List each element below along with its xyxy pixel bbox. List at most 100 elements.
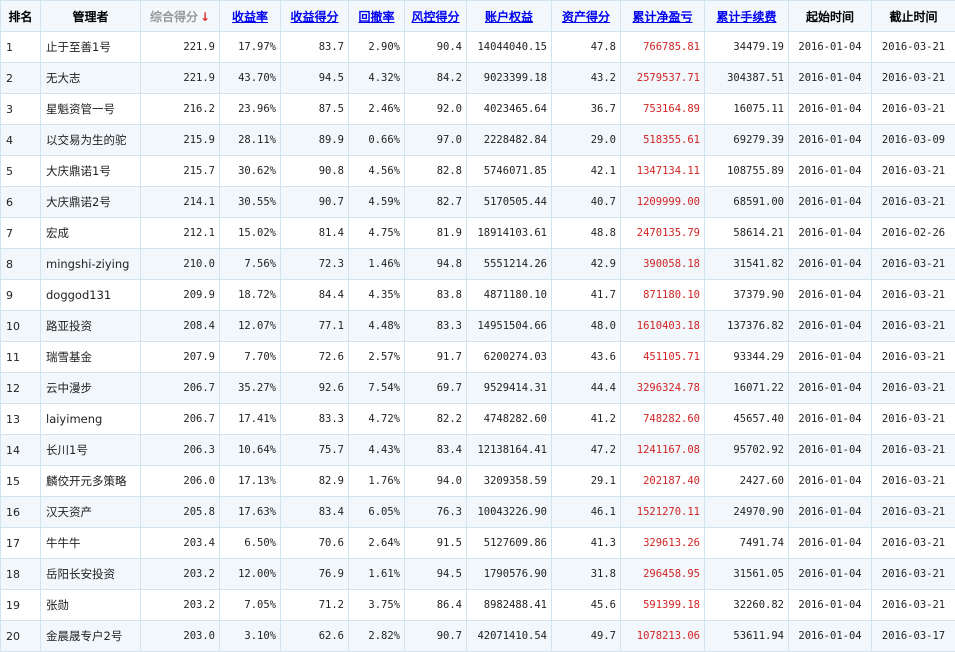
fees-cell: 31561.05 <box>705 559 789 590</box>
header-start: 起始时间 <box>789 1 872 32</box>
risk-score-cell: 86.4 <box>405 590 467 621</box>
return-rate-cell: 7.05% <box>220 590 281 621</box>
rank-cell: 8 <box>1 249 41 280</box>
start-date-cell: 2016-01-04 <box>789 311 872 342</box>
score-cell: 214.1 <box>141 187 220 218</box>
drawdown-cell: 3.75% <box>349 590 405 621</box>
table-row: 4以交易为生的驼215.928.11%89.90.66%97.02228482.… <box>1 125 955 156</box>
start-date-cell: 2016-01-04 <box>789 466 872 497</box>
return-score-cell: 72.3 <box>281 249 349 280</box>
header-score-sort[interactable]: 综合得分↓ <box>141 1 220 32</box>
return-score-cell: 92.6 <box>281 373 349 404</box>
score-cell: 206.0 <box>141 466 220 497</box>
return-rate-cell: 6.50% <box>220 528 281 559</box>
net-profit-cell: 202187.40 <box>621 466 705 497</box>
rank-cell: 20 <box>1 621 41 652</box>
return-rate-cell: 18.72% <box>220 280 281 311</box>
asset-score-cell: 40.7 <box>552 187 621 218</box>
return-score-cell: 83.4 <box>281 497 349 528</box>
return-score-cell: 77.1 <box>281 311 349 342</box>
score-cell: 208.4 <box>141 311 220 342</box>
manager-cell: mingshi-ziying <box>41 249 141 280</box>
return-score-cell: 62.6 <box>281 621 349 652</box>
risk-score-cell: 90.4 <box>405 32 467 63</box>
table-body: 1止于至善1号221.917.97%83.72.90%90.414044040.… <box>1 32 955 652</box>
rank-cell: 7 <box>1 218 41 249</box>
fees-cell: 108755.89 <box>705 156 789 187</box>
return-score-cell: 89.9 <box>281 125 349 156</box>
header-rank: 排名 <box>1 1 41 32</box>
drawdown-cell: 4.32% <box>349 63 405 94</box>
rank-cell: 13 <box>1 404 41 435</box>
drawdown-cell: 4.35% <box>349 280 405 311</box>
drawdown-cell: 4.48% <box>349 311 405 342</box>
manager-cell: 岳阳长安投资 <box>41 559 141 590</box>
net-profit-cell: 591399.18 <box>621 590 705 621</box>
net-profit-cell: 1610403.18 <box>621 311 705 342</box>
risk-score-cell: 84.2 <box>405 63 467 94</box>
drawdown-cell: 6.05% <box>349 497 405 528</box>
table-row: 9doggod131209.918.72%84.44.35%83.8487118… <box>1 280 955 311</box>
return-rate-cell: 7.56% <box>220 249 281 280</box>
manager-cell: 麟佼开元多策略 <box>41 466 141 497</box>
table-row: 18岳阳长安投资203.212.00%76.91.61%94.51790576.… <box>1 559 955 590</box>
score-cell: 203.2 <box>141 590 220 621</box>
header-risk-score-sort[interactable]: 风控得分 <box>405 1 467 32</box>
return-score-cell: 94.5 <box>281 63 349 94</box>
fees-cell: 7491.74 <box>705 528 789 559</box>
equity-cell: 12138164.41 <box>467 435 552 466</box>
asset-score-cell: 48.0 <box>552 311 621 342</box>
score-cell: 203.0 <box>141 621 220 652</box>
asset-score-cell: 29.0 <box>552 125 621 156</box>
header-asset-score-label: 资产得分 <box>562 10 610 24</box>
return-score-cell: 83.7 <box>281 32 349 63</box>
asset-score-cell: 43.2 <box>552 63 621 94</box>
drawdown-cell: 1.76% <box>349 466 405 497</box>
rank-cell: 6 <box>1 187 41 218</box>
header-return-score-sort[interactable]: 收益得分 <box>281 1 349 32</box>
manager-cell: 长川1号 <box>41 435 141 466</box>
equity-cell: 6200274.03 <box>467 342 552 373</box>
header-equity-sort[interactable]: 账户权益 <box>467 1 552 32</box>
equity-cell: 5746071.85 <box>467 156 552 187</box>
end-date-cell: 2016-03-21 <box>872 466 955 497</box>
rank-cell: 12 <box>1 373 41 404</box>
manager-cell: 路亚投资 <box>41 311 141 342</box>
return-score-cell: 83.3 <box>281 404 349 435</box>
header-asset-score-sort[interactable]: 资产得分 <box>552 1 621 32</box>
risk-score-cell: 97.0 <box>405 125 467 156</box>
net-profit-cell: 2470135.79 <box>621 218 705 249</box>
table-row: 6大庆鼎诺2号214.130.55%90.74.59%82.75170505.4… <box>1 187 955 218</box>
manager-cell: 金晨晟专户2号 <box>41 621 141 652</box>
score-cell: 221.9 <box>141 63 220 94</box>
asset-score-cell: 48.8 <box>552 218 621 249</box>
header-return-rate-label: 收益率 <box>232 10 268 24</box>
drawdown-cell: 2.46% <box>349 94 405 125</box>
table-row: 19张勋203.27.05%71.23.75%86.48982488.4145.… <box>1 590 955 621</box>
risk-score-cell: 92.0 <box>405 94 467 125</box>
return-rate-cell: 7.70% <box>220 342 281 373</box>
net-profit-cell: 748282.60 <box>621 404 705 435</box>
end-date-cell: 2016-03-21 <box>872 187 955 218</box>
net-profit-cell: 329613.26 <box>621 528 705 559</box>
drawdown-cell: 4.75% <box>349 218 405 249</box>
equity-cell: 3209358.59 <box>467 466 552 497</box>
table-row: 12云中漫步206.735.27%92.67.54%69.79529414.31… <box>1 373 955 404</box>
header-fees-sort[interactable]: 累计手续费 <box>705 1 789 32</box>
fees-cell: 304387.51 <box>705 63 789 94</box>
fees-cell: 45657.40 <box>705 404 789 435</box>
manager-cell: 星魁资管一号 <box>41 94 141 125</box>
header-return-rate-sort[interactable]: 收益率 <box>220 1 281 32</box>
drawdown-cell: 0.66% <box>349 125 405 156</box>
end-date-cell: 2016-03-21 <box>872 249 955 280</box>
rank-cell: 10 <box>1 311 41 342</box>
fees-cell: 137376.82 <box>705 311 789 342</box>
start-date-cell: 2016-01-04 <box>789 32 872 63</box>
header-net-profit-sort[interactable]: 累计净盈亏 <box>621 1 705 32</box>
net-profit-cell: 1241167.08 <box>621 435 705 466</box>
header-drawdown-sort[interactable]: 回撤率 <box>349 1 405 32</box>
score-cell: 207.9 <box>141 342 220 373</box>
start-date-cell: 2016-01-04 <box>789 63 872 94</box>
return-score-cell: 82.9 <box>281 466 349 497</box>
end-date-cell: 2016-03-21 <box>872 590 955 621</box>
